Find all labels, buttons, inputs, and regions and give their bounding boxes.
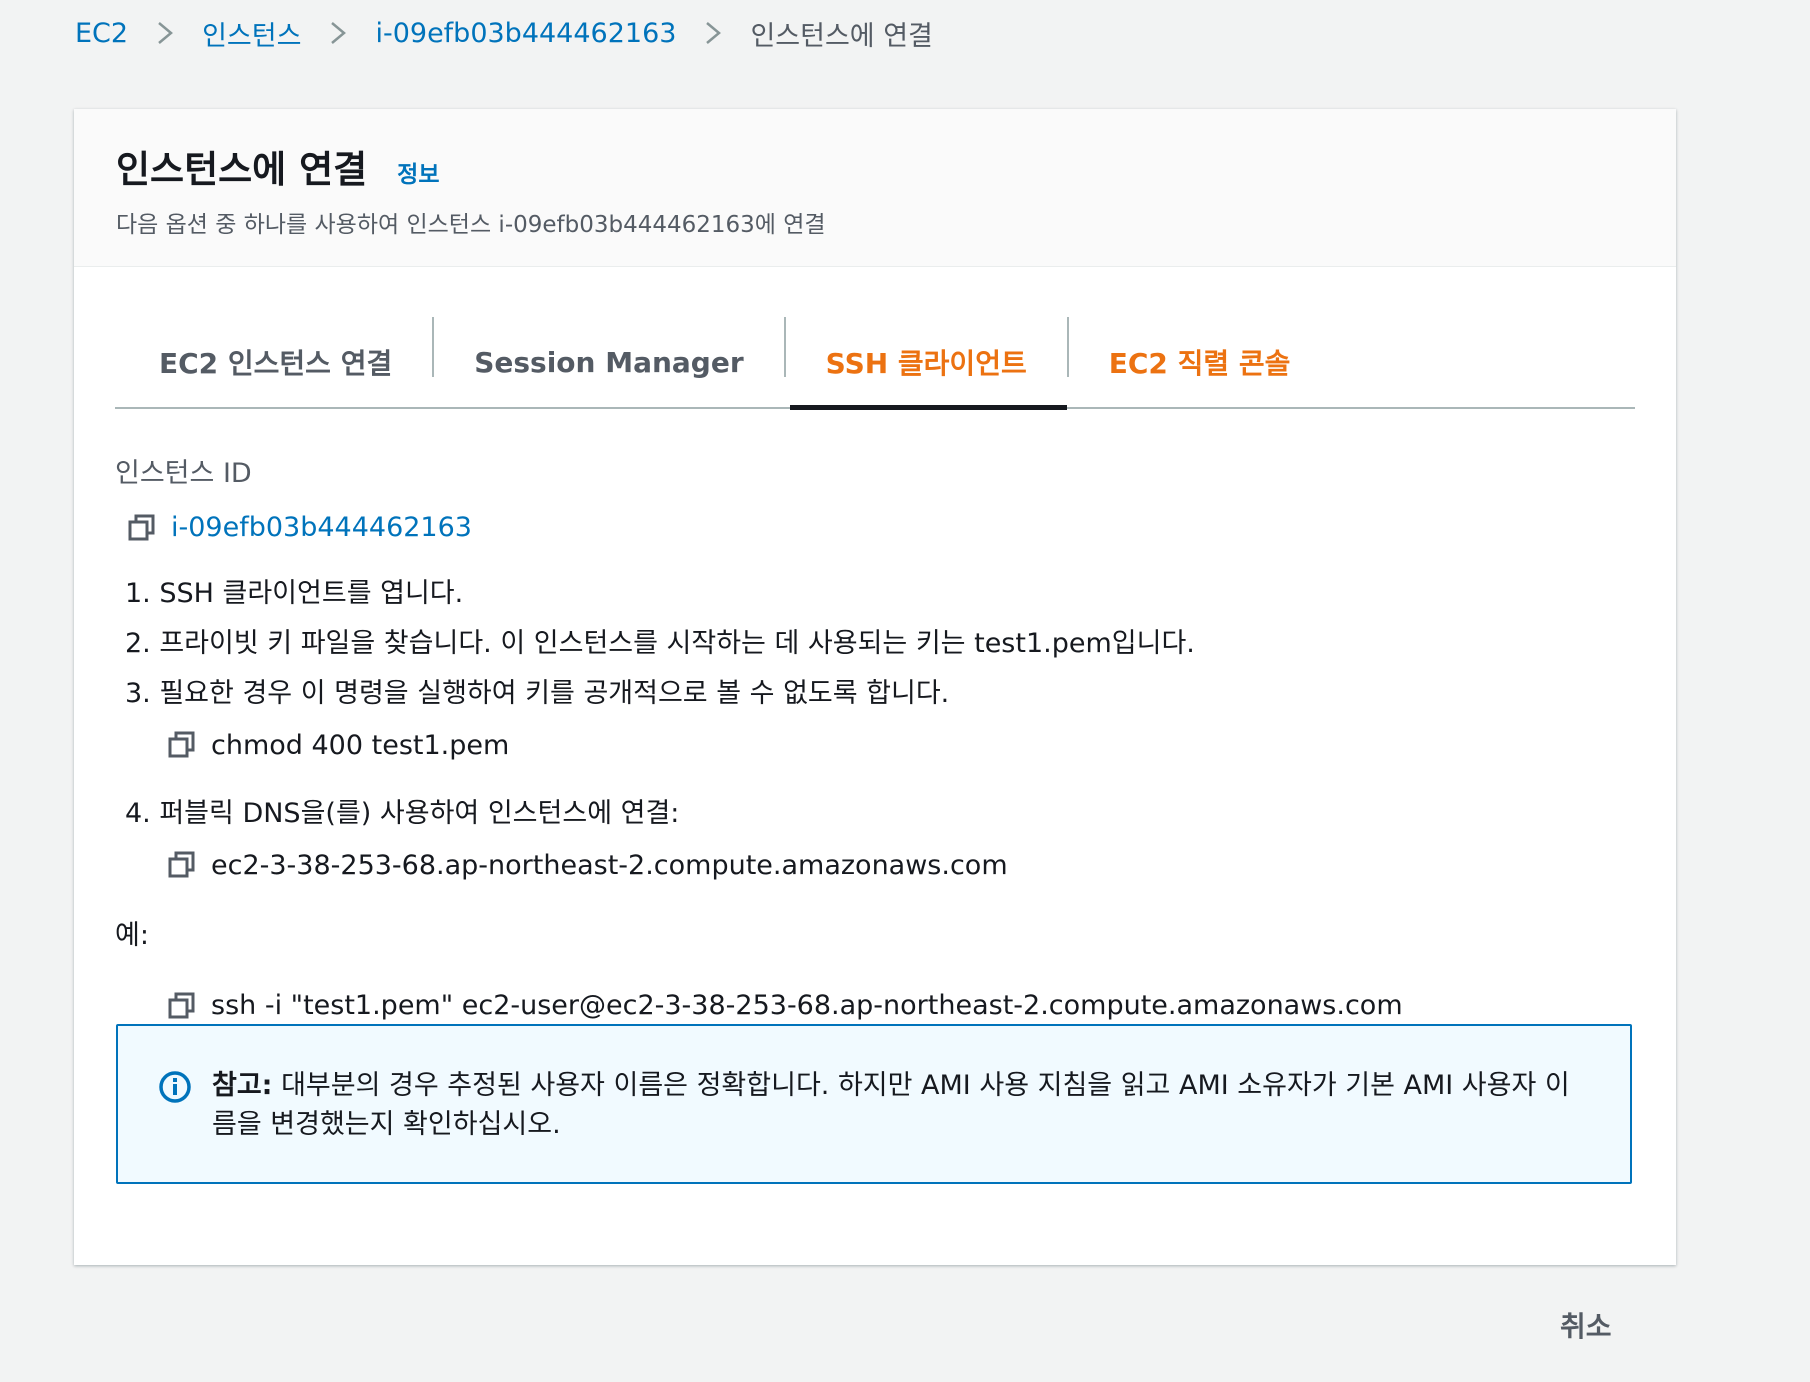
public-dns-row: ec2-3-38-253-68.ap-northeast-2.compute.a…: [167, 835, 1635, 895]
chmod-command-row: chmod 400 test1.pem: [167, 715, 1635, 775]
instance-id-row: i-09efb03b444462163: [127, 512, 1635, 543]
panel-header: 인스턴스에 연결 정보 다음 옵션 중 하나를 사용하여 인스턴스 i-09ef…: [74, 109, 1676, 267]
instance-id-label: 인스턴스 ID: [115, 458, 252, 489]
chevron-right-icon: [704, 20, 722, 46]
instance-id-value[interactable]: i-09efb03b444462163: [171, 512, 472, 543]
tab-ec2-instance-connect[interactable]: EC2 인스턴스 연결: [115, 317, 432, 407]
public-dns-value: ec2-3-38-253-68.ap-northeast-2.compute.a…: [211, 849, 1008, 881]
step-1: 1. SSH 클라이언트를 엽니다.: [125, 577, 464, 609]
breadcrumb: EC2 인스턴스 i-09efb03b444462163 인스턴스에 연결: [75, 12, 933, 54]
breadcrumb-instances[interactable]: 인스턴스: [202, 14, 301, 53]
step-2: 2. 프라이빗 키 파일을 찾습니다. 이 인스턴스를 시작하는 데 사용되는 …: [125, 627, 1195, 659]
copy-icon[interactable]: [127, 513, 157, 543]
alert-prefix: 참고:: [212, 1070, 273, 1101]
page-subtitle: 다음 옵션 중 하나를 사용하여 인스턴스 i-09efb03b44446216…: [116, 212, 826, 238]
copy-icon[interactable]: [167, 730, 197, 760]
connect-panel: 인스턴스에 연결 정보 다음 옵션 중 하나를 사용하여 인스턴스 i-09ef…: [74, 109, 1676, 1265]
tab-session-manager[interactable]: Session Manager: [434, 317, 783, 407]
info-icon: [158, 1070, 192, 1104]
info-link[interactable]: 정보: [397, 155, 439, 189]
breadcrumb-current: 인스턴스에 연결: [750, 20, 933, 52]
chevron-right-icon: [329, 20, 347, 46]
page-title: 인스턴스에 연결: [116, 148, 368, 191]
alert-text: 참고: 대부분의 경우 추정된 사용자 이름은 정확합니다. 하지만 AMI 사…: [212, 1066, 1590, 1182]
breadcrumb-ec2[interactable]: EC2: [75, 18, 128, 49]
chevron-right-icon: [156, 20, 174, 46]
copy-icon[interactable]: [167, 850, 197, 880]
breadcrumb-instance-id[interactable]: i-09efb03b444462163: [375, 18, 676, 49]
chmod-command: chmod 400 test1.pem: [211, 729, 510, 761]
step-3: 3. 필요한 경우 이 명령을 실행하여 키를 공개적으로 볼 수 없도록 합니…: [125, 677, 950, 709]
panel-body: EC2 인스턴스 연결 Session Manager SSH 클라이언트 EC…: [74, 317, 1676, 1021]
ssh-command: ssh -i "test1.pem" ec2-user@ec2-3-38-253…: [211, 990, 1403, 1021]
copy-icon[interactable]: [167, 991, 197, 1021]
alert-message: 대부분의 경우 추정된 사용자 이름은 정확합니다. 하지만 AMI 사용 지침…: [212, 1070, 1570, 1140]
tab-ec2-serial-console[interactable]: EC2 직렬 콘솔: [1069, 317, 1331, 407]
cancel-button[interactable]: 취소: [1560, 1305, 1612, 1345]
instructions-list: 1. SSH 클라이언트를 엽니다. 2. 프라이빗 키 파일을 찾습니다. 이…: [125, 565, 1635, 895]
step-4: 4. 퍼블릭 DNS을(를) 사용하여 인스턴스에 연결:: [125, 797, 680, 829]
tab-ssh-client[interactable]: SSH 클라이언트: [786, 317, 1067, 410]
ssh-command-row: ssh -i "test1.pem" ec2-user@ec2-3-38-253…: [167, 990, 1635, 1021]
example-label: 예:: [115, 920, 149, 951]
info-alert: 참고: 대부분의 경우 추정된 사용자 이름은 정확합니다. 하지만 AMI 사…: [116, 1024, 1632, 1184]
tab-bar: EC2 인스턴스 연결 Session Manager SSH 클라이언트 EC…: [115, 317, 1635, 410]
